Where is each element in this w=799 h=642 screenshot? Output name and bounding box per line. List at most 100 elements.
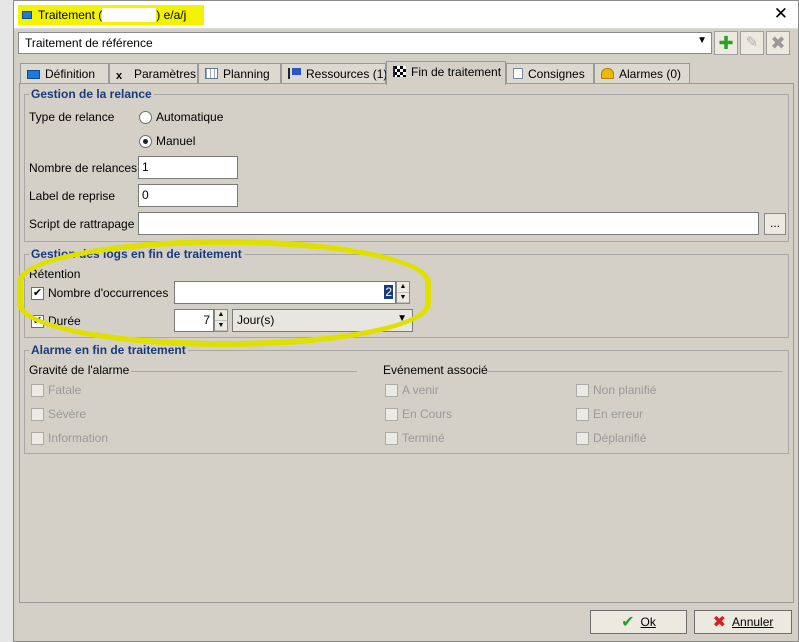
spin-up-icon[interactable]: ▲ bbox=[215, 310, 227, 321]
ok-label: Ok bbox=[640, 615, 656, 629]
tab-label: Consignes bbox=[528, 67, 585, 81]
title-prefix: Traitement ( bbox=[38, 8, 103, 22]
occurrences-checkbox[interactable]: ✔ bbox=[31, 287, 44, 300]
x-icon: x bbox=[116, 70, 123, 82]
spin-up-icon[interactable]: ▲ bbox=[397, 282, 409, 293]
duree-checkbox[interactable]: ✔ bbox=[31, 315, 44, 328]
window-icon bbox=[27, 70, 40, 79]
tab-alarmes[interactable]: Alarmes (0) bbox=[594, 63, 690, 84]
cancel-label: Annuler bbox=[732, 615, 774, 629]
tab-definition[interactable]: Définition bbox=[20, 63, 109, 84]
checkbox-information[interactable] bbox=[31, 432, 44, 445]
checkbox-a-venir[interactable] bbox=[385, 384, 398, 397]
label-reprise-field[interactable]: 0 bbox=[138, 184, 238, 207]
type-relance-label: Type de relance bbox=[29, 110, 115, 124]
evenement-label: Evénement associé bbox=[383, 363, 488, 377]
chevron-down-icon: ▼ bbox=[397, 313, 407, 324]
title-bar: Traitement ( ) e/a/j ✕ bbox=[14, 1, 798, 29]
radio-automatique-label: Automatique bbox=[156, 110, 224, 124]
radio-manuel-label: Manuel bbox=[156, 134, 196, 148]
tab-panel: Gestion de la relance Type de relance Au… bbox=[19, 83, 794, 603]
tab-label: Fin de traitement bbox=[411, 65, 502, 79]
severe-label: Sévère bbox=[48, 407, 87, 421]
reference-select[interactable]: Traitement de référence ▼ bbox=[18, 32, 712, 54]
radio-automatique[interactable] bbox=[139, 111, 152, 124]
ok-button[interactable]: ✔ Ok bbox=[590, 610, 687, 634]
information-label: Information bbox=[48, 431, 109, 445]
termine-label: Terminé bbox=[402, 431, 445, 445]
duree-unit-select[interactable]: Jour(s) ▼ bbox=[232, 309, 413, 332]
checkbox-termine[interactable] bbox=[385, 432, 398, 445]
checkbox-deplanifie[interactable] bbox=[576, 432, 589, 445]
checkbox-severe[interactable] bbox=[31, 408, 44, 421]
tab-label: Planning bbox=[223, 67, 270, 81]
duree-field[interactable]: 7 bbox=[174, 309, 214, 332]
occurrences-value: 2 bbox=[384, 285, 393, 299]
redacted-mask bbox=[102, 8, 157, 22]
non-planifie-label: Non planifié bbox=[593, 383, 657, 397]
nb-relances-label: Nombre de relances bbox=[29, 161, 138, 175]
script-field[interactable] bbox=[138, 212, 759, 235]
evenement-divider bbox=[487, 371, 782, 372]
group-title: Alarme en fin de traitement bbox=[29, 343, 188, 357]
nb-relances-field[interactable]: 1 bbox=[138, 156, 238, 179]
a-venir-label: A venir bbox=[402, 383, 439, 397]
gravite-divider bbox=[131, 371, 357, 372]
deplanifie-label: Déplanifié bbox=[593, 431, 647, 445]
label-reprise-label: Label de reprise bbox=[29, 189, 116, 203]
bell-icon bbox=[601, 68, 614, 79]
spin-down-icon[interactable]: ▼ bbox=[215, 321, 227, 331]
delete-button[interactable]: ✖ bbox=[766, 31, 790, 55]
title-suffix: ) e/a/j bbox=[156, 8, 187, 22]
duree-unit-value: Jour(s) bbox=[237, 313, 275, 327]
occurrences-label: Nombre d'occurrences bbox=[48, 286, 169, 300]
checkered-flag-icon bbox=[393, 66, 406, 77]
occurrences-spinner[interactable]: ▲ ▼ bbox=[396, 281, 410, 304]
edit-button[interactable]: ✎ bbox=[740, 31, 764, 55]
group-title: Gestion de la relance bbox=[29, 87, 154, 101]
duree-label: Durée bbox=[48, 314, 81, 328]
app-icon bbox=[22, 11, 32, 19]
group-relance: Gestion de la relance Type de relance Au… bbox=[24, 87, 789, 242]
radio-manuel[interactable] bbox=[139, 135, 152, 148]
chevron-down-icon: ▼ bbox=[697, 35, 707, 46]
check-icon: ✔ bbox=[621, 614, 635, 631]
tab-label: Définition bbox=[45, 67, 96, 81]
fatale-label: Fatale bbox=[48, 383, 82, 397]
group-alarme: Alarme en fin de traitement Gravité de l… bbox=[24, 343, 789, 454]
close-icon[interactable]: ✕ bbox=[774, 5, 788, 23]
dialog-window: Traitement ( ) e/a/j ✕ Traitement de réfé… bbox=[13, 0, 799, 642]
checkbox-en-erreur[interactable] bbox=[576, 408, 589, 421]
cancel-x-icon: ✖ bbox=[712, 614, 727, 631]
checkbox-en-cours[interactable] bbox=[385, 408, 398, 421]
cancel-button[interactable]: ✖ Annuler bbox=[694, 610, 792, 634]
tab-label: Ressources (1) bbox=[306, 67, 388, 81]
group-logs: Gestion des logs en fin de traitement Ré… bbox=[24, 247, 789, 338]
en-cours-label: En Cours bbox=[402, 407, 453, 421]
tab-fin-de-traitement[interactable]: Fin de traitement bbox=[386, 61, 506, 85]
add-button[interactable]: ✚ bbox=[714, 31, 738, 55]
calendar-icon bbox=[205, 68, 218, 79]
browse-button[interactable]: ... bbox=[764, 213, 786, 235]
script-label: Script de rattrapage bbox=[29, 217, 135, 231]
group-title: Gestion des logs en fin de traitement bbox=[29, 247, 244, 261]
tab-parametres[interactable]: x Paramètres bbox=[109, 63, 198, 84]
tab-label: Paramètres bbox=[134, 67, 197, 81]
background-window-edge bbox=[0, 0, 14, 642]
duree-spinner[interactable]: ▲ ▼ bbox=[214, 309, 228, 332]
tab-planning[interactable]: Planning bbox=[198, 63, 281, 84]
occurrences-field[interactable]: 2 bbox=[174, 281, 396, 304]
tab-consignes[interactable]: Consignes bbox=[506, 63, 594, 84]
en-erreur-label: En erreur bbox=[593, 407, 644, 421]
tab-label: Alarmes (0) bbox=[619, 67, 682, 81]
retention-label: Rétention bbox=[29, 267, 81, 281]
document-icon bbox=[513, 68, 523, 79]
flag-icon bbox=[288, 68, 301, 79]
window-title: Traitement ( ) e/a/j bbox=[38, 8, 186, 22]
checkbox-fatale[interactable] bbox=[31, 384, 44, 397]
reference-select-value: Traitement de référence bbox=[25, 36, 153, 50]
checkbox-non-planifie[interactable] bbox=[576, 384, 589, 397]
gravite-label: Gravité de l'alarme bbox=[29, 363, 130, 377]
tab-ressources[interactable]: Ressources (1) bbox=[281, 63, 388, 84]
spin-down-icon[interactable]: ▼ bbox=[397, 293, 409, 303]
